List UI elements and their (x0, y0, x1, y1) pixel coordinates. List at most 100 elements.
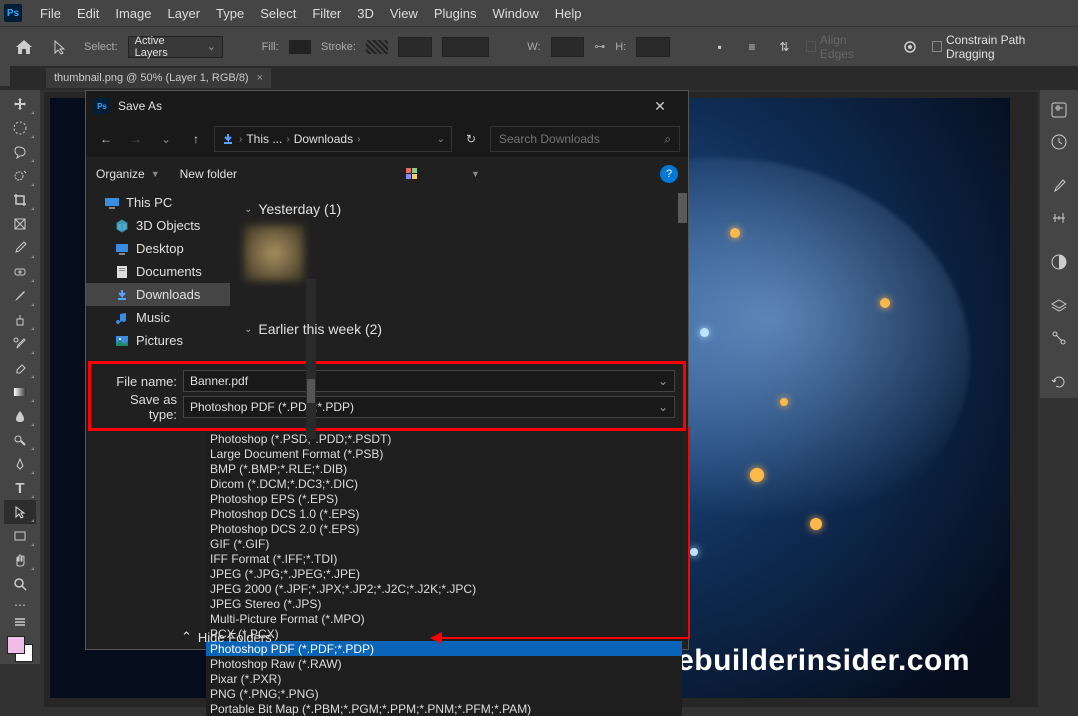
chevron-down-icon[interactable]: ▼ (471, 169, 480, 179)
menu-layer[interactable]: Layer (160, 6, 209, 21)
hide-folders-button[interactable]: ⌃ Hide Folders (181, 629, 272, 645)
arrange-icon[interactable]: ⇅ (773, 35, 795, 59)
pen-tool[interactable] (4, 452, 36, 476)
fill-swatch[interactable] (289, 40, 311, 54)
history-panel-icon[interactable] (1044, 126, 1074, 158)
brush-tool[interactable] (4, 284, 36, 308)
menu-3d[interactable]: 3D (349, 6, 382, 21)
shape-align-icon[interactable]: ▪ (709, 35, 731, 59)
tree-desktop[interactable]: Desktop (86, 237, 230, 260)
file-type-option[interactable]: BMP (*.BMP;*.RLE;*.DIB) (206, 461, 682, 476)
history-brush-tool[interactable] (4, 332, 36, 356)
file-type-option[interactable]: Photoshop DCS 2.0 (*.EPS) (206, 521, 682, 536)
marquee-tool[interactable] (4, 116, 36, 140)
chevron-down-icon[interactable]: ⌄ (658, 374, 668, 388)
close-icon[interactable]: ✕ (640, 98, 680, 115)
brushes-panel-icon[interactable] (1044, 170, 1074, 202)
dodge-tool[interactable] (4, 428, 36, 452)
layers-panel-icon[interactable] (1044, 290, 1074, 322)
clone-tool[interactable] (4, 308, 36, 332)
file-thumbnail[interactable] (244, 225, 304, 281)
foreground-color[interactable] (7, 636, 25, 654)
back-button[interactable]: ← (94, 127, 118, 151)
forward-button[interactable]: → (124, 127, 148, 151)
constrain-checkbox[interactable]: Constrain Path Dragging (932, 33, 1068, 61)
move-tool[interactable] (4, 92, 36, 116)
color-panel-icon[interactable] (1044, 246, 1074, 278)
tree-3d-objects[interactable]: 3D Objects (86, 214, 230, 237)
align-edges-checkbox[interactable]: Align Edges (806, 33, 880, 61)
file-type-option[interactable]: JPEG Stereo (*.JPS) (206, 596, 682, 611)
help-icon[interactable]: ? (660, 165, 678, 183)
file-type-option[interactable]: Photoshop (*.PSD;*.PDD;*.PSDT) (206, 431, 682, 446)
path-selection-tool[interactable] (4, 500, 36, 524)
search-box[interactable]: ⌕ (490, 126, 680, 152)
file-type-option[interactable]: PNG (*.PNG;*.PNG) (206, 686, 682, 701)
crop-tool[interactable] (4, 188, 36, 212)
breadcrumb[interactable]: › This ... › Downloads › ⌄ (214, 126, 452, 152)
menu-file[interactable]: File (32, 6, 69, 21)
file-type-list[interactable]: Photoshop (*.PSD;*.PDD;*.PSDT)Large Docu… (206, 431, 682, 716)
height-field[interactable] (636, 37, 670, 57)
tree-pictures[interactable]: Pictures (86, 329, 230, 352)
chevron-down-icon[interactable]: ⌄ (658, 400, 668, 414)
path-align-icon[interactable]: ≡ (741, 35, 763, 59)
breadcrumb-item[interactable]: Downloads (294, 132, 353, 146)
options-icon[interactable]: ⋯ (4, 596, 36, 614)
tree-documents[interactable]: Documents (86, 260, 230, 283)
refresh-button[interactable]: ↻ (458, 126, 484, 152)
tree-this-pc[interactable]: This PC (86, 191, 230, 214)
learn-panel-icon[interactable] (1044, 94, 1074, 126)
rectangle-tool[interactable] (4, 524, 36, 548)
list-scrollbar[interactable] (677, 191, 688, 361)
file-type-option[interactable]: IFF Format (*.IFF;*.TDI) (206, 551, 682, 566)
menu-plugins[interactable]: Plugins (426, 6, 485, 21)
breadcrumb-item[interactable]: This ... (246, 132, 282, 146)
doc-tab[interactable]: thumbnail.png @ 50% (Layer 1, RGB/8) × (46, 68, 271, 88)
width-field[interactable] (551, 37, 585, 57)
menu-view[interactable]: View (382, 6, 426, 21)
eraser-tool[interactable] (4, 356, 36, 380)
file-type-option[interactable]: Pixar (*.PXR) (206, 671, 682, 686)
edit-toolbar-icon[interactable] (4, 614, 36, 630)
file-type-option[interactable]: JPEG 2000 (*.JPF;*.JPX;*.JP2;*.J2C;*.J2K… (206, 581, 682, 596)
menu-help[interactable]: Help (547, 6, 590, 21)
file-type-option[interactable]: PCX (*.PCX) (206, 626, 682, 641)
search-input[interactable] (499, 132, 664, 146)
file-type-option[interactable]: JPEG (*.JPG;*.JPEG;*.JPE) (206, 566, 682, 581)
magic-wand-tool[interactable] (4, 164, 36, 188)
adjustments-panel-icon[interactable] (1044, 202, 1074, 234)
refresh-panel-icon[interactable] (1044, 366, 1074, 398)
organize-button[interactable]: Organize ▼ (96, 167, 160, 181)
up-button[interactable]: ↑ (184, 127, 208, 151)
file-type-option[interactable]: Photoshop EPS (*.EPS) (206, 491, 682, 506)
close-icon[interactable]: × (257, 72, 263, 84)
frame-tool[interactable] (4, 212, 36, 236)
hand-tool[interactable] (4, 548, 36, 572)
menu-type[interactable]: Type (208, 6, 252, 21)
paths-panel-icon[interactable] (1044, 322, 1074, 354)
file-name-input[interactable]: Banner.pdf ⌄ (183, 370, 675, 392)
zoom-tool[interactable] (4, 572, 36, 596)
tool-icon[interactable] (48, 33, 74, 61)
color-swatches[interactable] (5, 634, 35, 664)
stroke-style-field[interactable] (442, 37, 489, 57)
stroke-swatch[interactable] (366, 40, 388, 54)
view-options-icon[interactable] (405, 167, 423, 181)
recent-chevron-icon[interactable]: ⌄ (154, 127, 178, 151)
chevron-down-icon[interactable]: ⌄ (437, 134, 445, 145)
gradient-tool[interactable] (4, 380, 36, 404)
blur-tool[interactable] (4, 404, 36, 428)
menu-image[interactable]: Image (107, 6, 159, 21)
file-list[interactable]: ⌄ Yesterday (1) ⌄ Earlier this week (2) (230, 191, 688, 361)
type-tool[interactable]: T (4, 476, 36, 500)
file-type-option[interactable]: Dicom (*.DCM;*.DC3;*.DIC) (206, 476, 682, 491)
menu-window[interactable]: Window (484, 6, 546, 21)
eyedropper-tool[interactable] (4, 236, 36, 260)
gear-icon[interactable] (899, 35, 921, 59)
dialog-titlebar[interactable]: Ps Save As ✕ (86, 91, 688, 121)
tree-downloads[interactable]: Downloads (86, 283, 230, 306)
file-type-option[interactable]: Photoshop Raw (*.RAW) (206, 656, 682, 671)
stroke-width-field[interactable] (398, 37, 432, 57)
select-dropdown[interactable]: Active Layers ⌄ (128, 36, 223, 58)
